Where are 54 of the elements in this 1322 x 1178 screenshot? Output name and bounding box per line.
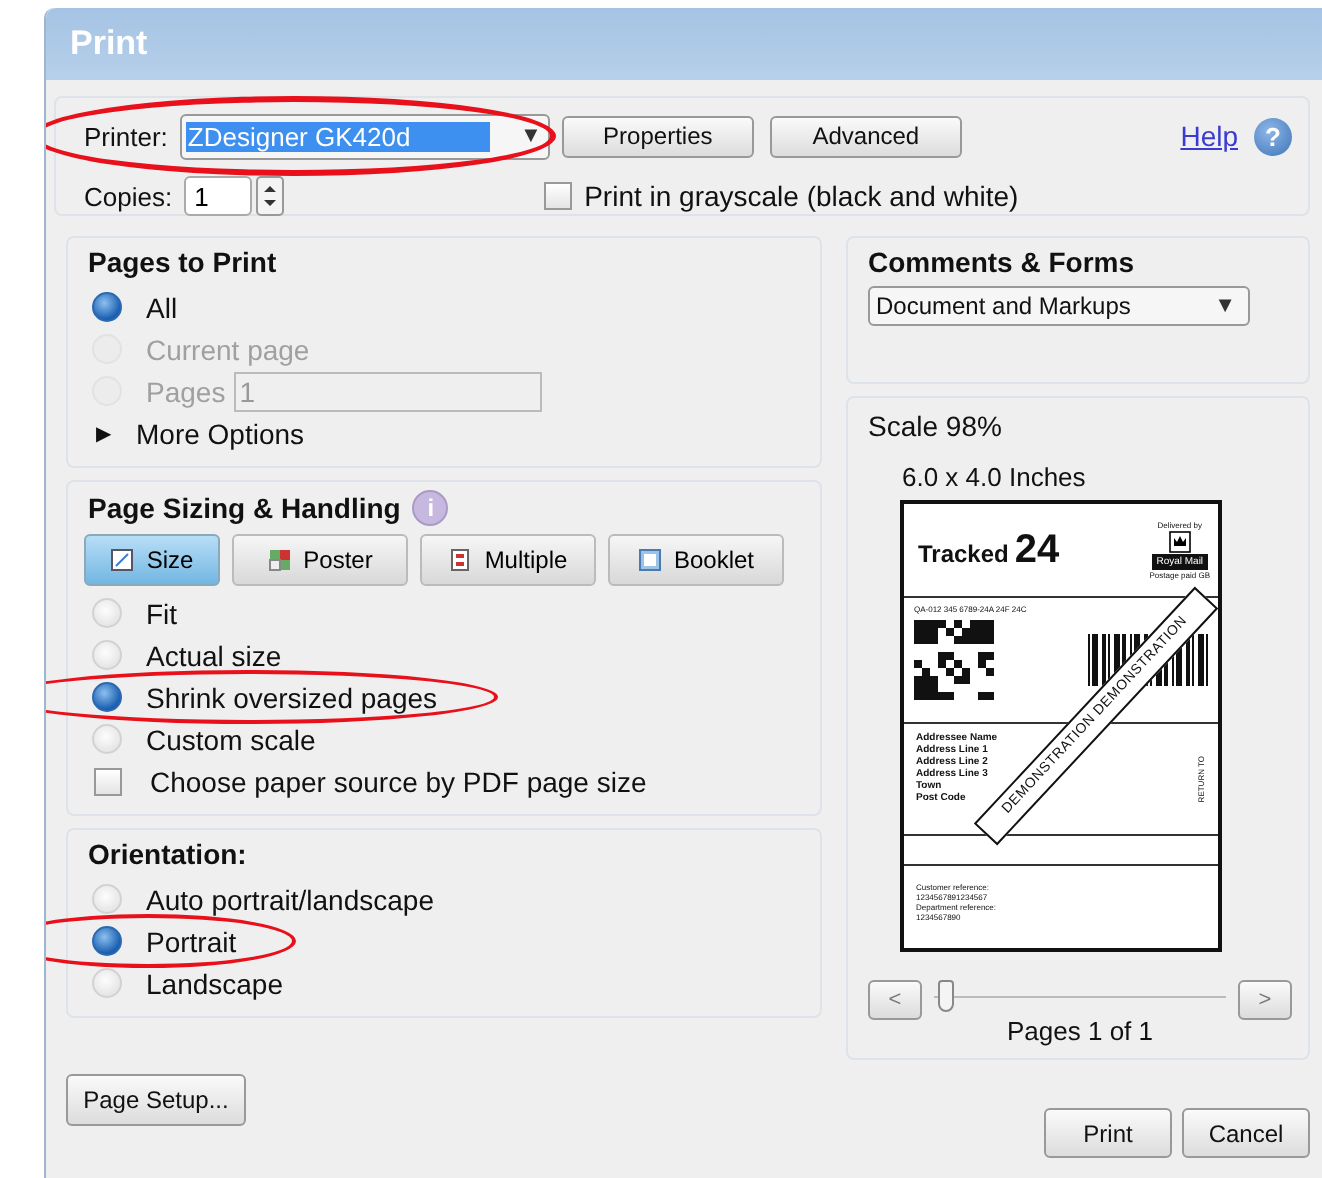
- properties-button[interactable]: Properties: [561, 115, 754, 157]
- option-label: Choose paper source by PDF page size: [150, 765, 647, 797]
- printer-dropdown[interactable]: ZDesigner GK420d ▼: [179, 113, 550, 159]
- sizing-tab[interactable]: Multiple: [420, 534, 596, 586]
- option-label: Actual size: [146, 639, 282, 671]
- grid-icon: [267, 548, 292, 572]
- copies-label: Copies:: [84, 181, 173, 211]
- page-count-label: Pages 1 of 1: [1007, 1016, 1153, 1046]
- checkbox[interactable]: [544, 182, 573, 210]
- page-setup-button[interactable]: Page Setup...: [66, 1074, 246, 1126]
- more-options-toggle[interactable]: ▶ More Options: [88, 412, 804, 454]
- qr-code: [914, 620, 994, 700]
- option-label: All: [146, 291, 178, 323]
- copies-field[interactable]: 1: [184, 176, 253, 216]
- pages-icon: [448, 548, 473, 572]
- advanced-button[interactable]: Advanced: [769, 115, 962, 157]
- printer-label: Printer:: [84, 121, 168, 151]
- page-icon: [110, 548, 135, 572]
- print-button[interactable]: Print: [1044, 1108, 1172, 1158]
- option-label: Portrait: [146, 925, 237, 957]
- service-number: 24: [1014, 527, 1060, 573]
- slider-thumb[interactable]: [938, 980, 954, 1012]
- radio-button[interactable]: [92, 682, 122, 712]
- option-label: Shrink oversized pages: [146, 681, 438, 713]
- scale-label: Scale 98%: [868, 410, 1004, 442]
- crown-icon: [1167, 530, 1192, 554]
- grayscale-label: Print in grayscale (black and white): [584, 180, 1019, 212]
- sizing-tab[interactable]: Poster: [232, 534, 408, 586]
- option-label: Pages: [146, 375, 226, 407]
- section-title: Orientation:: [88, 838, 249, 870]
- radio-button[interactable]: [92, 292, 122, 322]
- option-label: Auto portrait/landscape: [146, 883, 434, 915]
- option-label: Landscape: [146, 967, 284, 999]
- book-icon: [637, 548, 662, 572]
- cancel-button[interactable]: Cancel: [1182, 1108, 1310, 1158]
- section-title: Pages to Print: [88, 246, 279, 278]
- option-label: Fit: [146, 597, 178, 629]
- page-size-label: 6.0 x 4.0 Inches: [902, 462, 1088, 492]
- option-label: Custom scale: [146, 723, 316, 755]
- sizing-tab[interactable]: Size: [84, 534, 220, 586]
- help-link[interactable]: Help: [1180, 120, 1238, 152]
- spinner-icon: [256, 176, 285, 216]
- sizing-tab[interactable]: Booklet: [608, 534, 784, 586]
- radio-button[interactable]: [92, 926, 122, 956]
- page-slider[interactable]: [934, 980, 1226, 1016]
- previous-page-button[interactable]: <: [868, 980, 922, 1020]
- option-label: Current page: [146, 333, 310, 365]
- section-title: Page Sizing & Handling: [88, 492, 401, 524]
- comments-dropdown[interactable]: Document and Markups ▼: [868, 286, 1250, 326]
- service-name: Tracked: [918, 539, 1009, 567]
- checkbox[interactable]: [94, 767, 122, 795]
- window-title: Print: [70, 24, 148, 64]
- next-page-button[interactable]: >: [1238, 980, 1292, 1020]
- section-title: Comments & Forms: [868, 246, 1137, 278]
